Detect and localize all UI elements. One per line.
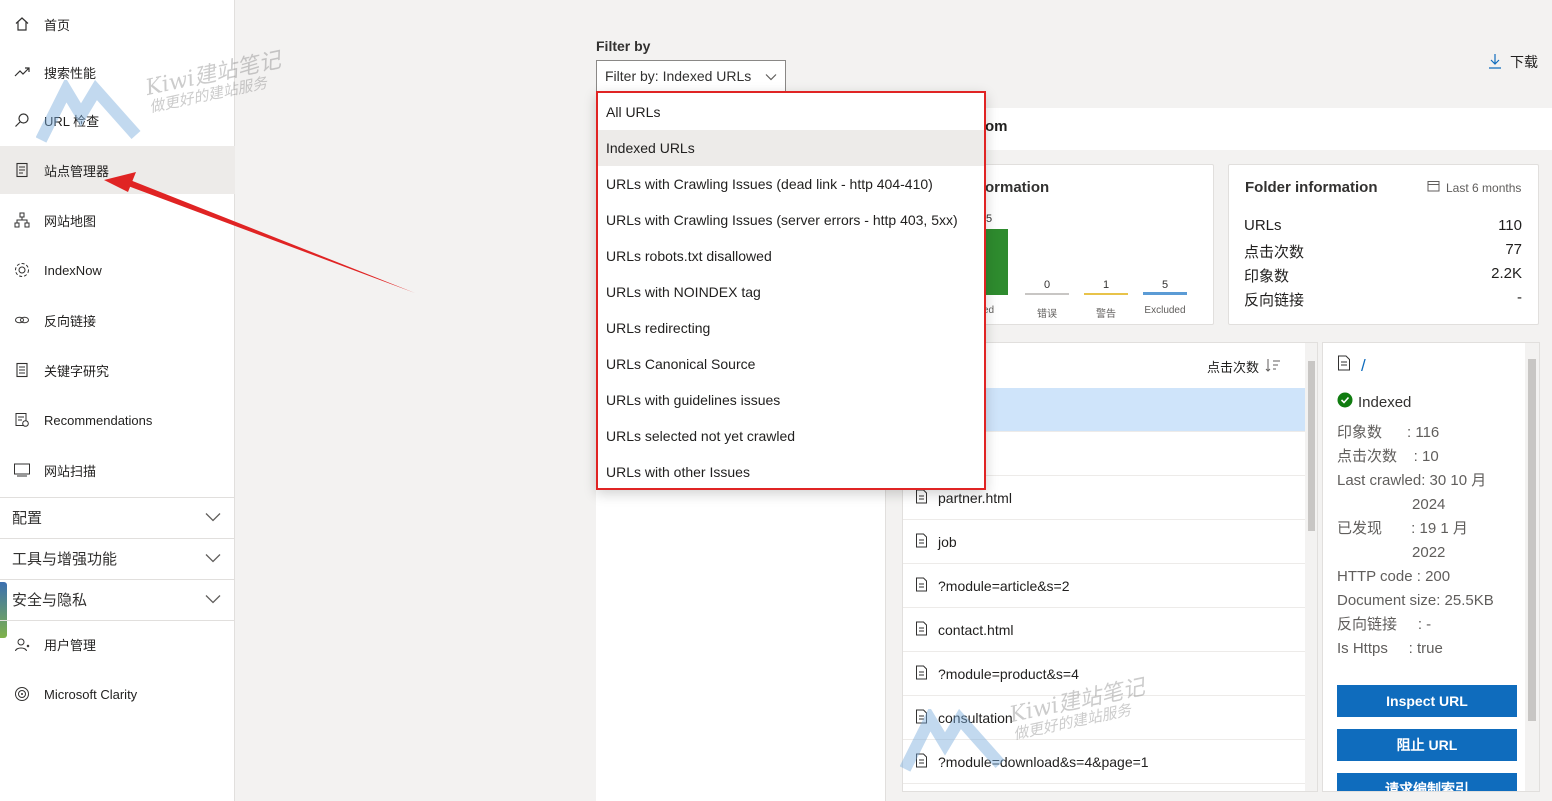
watermark-logo xyxy=(36,80,141,143)
watermark-top: Kiwi建站笔记 做更好的建站服务 xyxy=(36,40,336,150)
watermark-bottom: Kiwi建站笔记 做更好的建站服务 xyxy=(900,665,1200,780)
watermark-logo xyxy=(900,709,1005,772)
